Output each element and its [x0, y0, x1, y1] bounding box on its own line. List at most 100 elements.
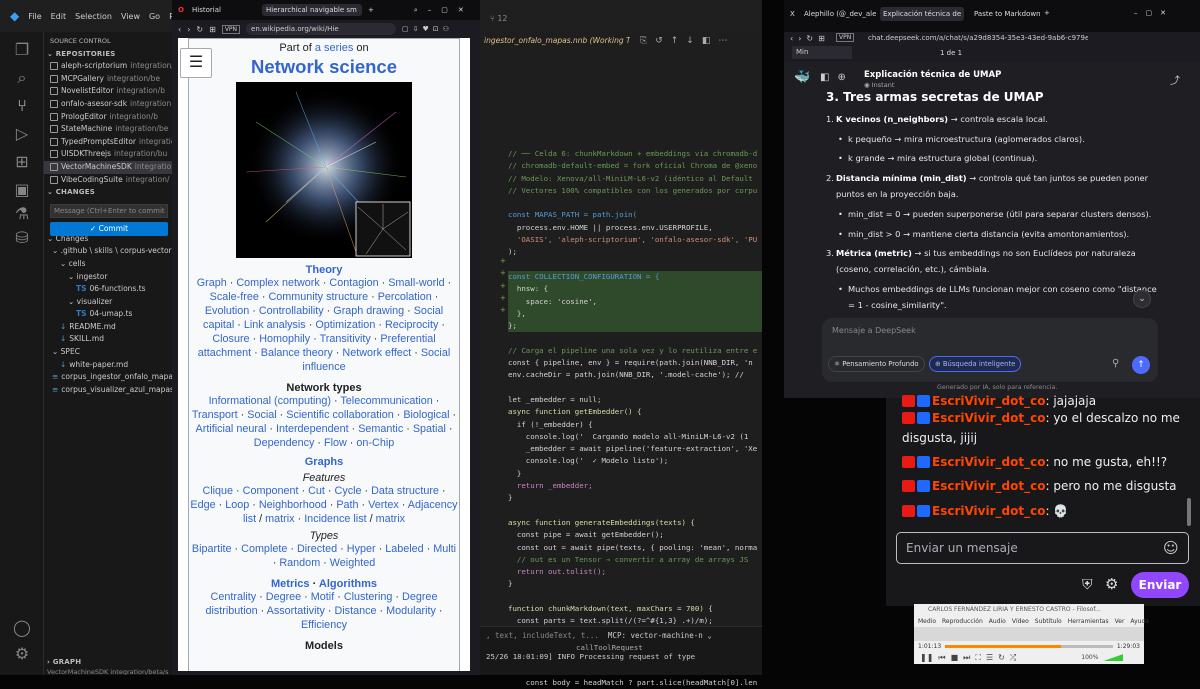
series-link[interactable]: a series: [315, 42, 354, 54]
repository-item[interactable]: TypedPromptsEditorintegration: [44, 136, 172, 149]
wiki-link[interactable]: Homophily: [259, 333, 310, 345]
wiki-link[interactable]: Multi: [433, 543, 456, 555]
repository-branch[interactable]: integration: [139, 137, 172, 146]
commit-message-input[interactable]: Message (Ctrl+Enter to commit on 'i: [50, 204, 168, 218]
wiki-link[interactable]: Clique: [202, 485, 233, 497]
wiki-link[interactable]: Assortativity: [267, 605, 325, 617]
repository-branch[interactable]: integration/: [126, 175, 170, 184]
fullscreen-icon[interactable]: ⛶: [975, 653, 981, 663]
chat-scrollbar[interactable]: [1187, 498, 1191, 526]
loop-icon[interactable]: ↻: [998, 653, 1005, 662]
wiki-link[interactable]: matrix: [376, 513, 405, 525]
wiki-link[interactable]: Informational (computing): [209, 395, 331, 407]
tab-alephillo[interactable]: Alephillo (@_dev_aleph_): [804, 10, 876, 18]
wiki-link[interactable]: matrix: [265, 513, 294, 525]
wiki-link[interactable]: Neighborhood: [259, 499, 327, 511]
stop-icon[interactable]: ■: [951, 653, 959, 662]
wiki-link[interactable]: Semantic: [358, 423, 403, 435]
repository-branch[interactable]: integration/b: [110, 112, 159, 121]
repository-branch[interactable]: integration: [130, 99, 171, 108]
wiki-link[interactable]: Small-world: [388, 277, 444, 289]
menu-view[interactable]: View: [121, 12, 140, 21]
wiki-link[interactable]: Clustering: [344, 591, 393, 603]
toolbar-icons[interactable]: ▢⇩♥⊡⚇: [402, 25, 453, 33]
url-bar[interactable]: chat.deepseek.com/a/chat/s/a29d8354-35e3…: [868, 34, 1088, 42]
change-tree-item[interactable]: ⌄ cells: [44, 258, 172, 271]
wiki-link[interactable]: Path: [336, 499, 358, 511]
change-tree-item[interactable]: ↓ SKILL.md: [44, 333, 172, 346]
wiki-link[interactable]: Reciprocity: [385, 319, 438, 331]
change-tree-item[interactable]: ↓ white-paper.md: [44, 359, 172, 372]
change-tree-item[interactable]: TS 04-umap.ts: [44, 308, 172, 321]
grid-icon[interactable]: ⊞: [209, 25, 216, 34]
change-tree-item[interactable]: ≡corpus_ingestor_onfalo_mapas.nnb: [44, 371, 172, 384]
wiki-link[interactable]: Incidence list: [304, 513, 366, 525]
menu-edit[interactable]: Edit: [51, 12, 67, 21]
chat-username[interactable]: EscriVivir_dot_co: [932, 455, 1045, 469]
repository-item[interactable]: NovelistEditor integration/b: [44, 85, 172, 98]
wiki-link[interactable]: Data structure: [371, 485, 439, 497]
tab-umap[interactable]: Explicación técnica de U: [880, 7, 964, 21]
wiki-link[interactable]: Transitivity: [320, 333, 371, 345]
section-theory[interactable]: Theory: [189, 264, 459, 276]
changes-header[interactable]: ⌄ CHANGES: [44, 186, 172, 199]
window-controls[interactable]: –▢✕: [1134, 9, 1174, 17]
vlc-menu-item[interactable]: Vídeo: [1012, 616, 1029, 627]
repositories-header[interactable]: ⌄ REPOSITORIES: [44, 48, 172, 61]
wiki-link[interactable]: Evolution: [205, 305, 249, 317]
wiki-link[interactable]: Cut: [308, 485, 325, 497]
deep-think-button[interactable]: ⚛ Pensamiento Profundo: [828, 356, 925, 372]
editor-tab[interactable]: ingestor_onfalo_mapas.nnb (Working Tree)…: [480, 30, 630, 52]
box-title[interactable]: Network science: [189, 56, 459, 78]
wiki-link[interactable]: Controllability: [259, 305, 324, 317]
wiki-link[interactable]: Link analysis: [244, 319, 306, 331]
repository-branch[interactable]: integration/f: [130, 61, 172, 70]
repository-item[interactable]: aleph-scriptorium integration/f: [44, 60, 172, 73]
wiki-link[interactable]: Community structure: [268, 291, 368, 303]
wiki-link[interactable]: Complex network: [236, 277, 319, 289]
wiki-link[interactable]: Social: [247, 409, 276, 421]
menu-file[interactable]: File: [28, 12, 41, 21]
wiki-link[interactable]: Weighted: [330, 557, 375, 569]
repository-item[interactable]: MCPGallery integration/be: [44, 73, 172, 86]
wiki-link[interactable]: Labeled: [385, 543, 423, 555]
next-icon[interactable]: ⏭: [963, 653, 970, 663]
shuffle-icon[interactable]: ⤮: [1010, 653, 1016, 663]
table-of-contents-button[interactable]: ☰: [180, 48, 212, 78]
change-tree-item[interactable]: ≡corpus_visualizer_azul_mapas.nnb: [44, 384, 172, 397]
chat-message-input[interactable]: Enviar un mensaje: [896, 532, 1189, 564]
reload-icon[interactable]: ↻: [196, 25, 203, 34]
vlc-menu-item[interactable]: Audio: [989, 616, 1006, 627]
wiki-link[interactable]: Vertex: [368, 499, 399, 511]
wiki-link[interactable]: Hyper: [347, 543, 376, 555]
explorer-icon[interactable]: ❐: [12, 40, 32, 60]
network-graph-image[interactable]: [236, 82, 412, 258]
wiki-link[interactable]: Telecommunication: [340, 395, 432, 407]
tab-history[interactable]: Historial: [192, 6, 262, 14]
wiki-link[interactable]: Network effect: [342, 347, 411, 359]
wiki-link[interactable]: Transport: [192, 409, 238, 421]
extensions-icon[interactable]: ⊞: [12, 152, 32, 172]
change-tree-item[interactable]: ⌄ SPEC: [44, 346, 172, 359]
chat-username[interactable]: EscriVivir_dot_co: [932, 479, 1045, 493]
chat-username[interactable]: EscriVivir_dot_co: [932, 411, 1045, 425]
vlc-menu-item[interactable]: Reproducción: [942, 616, 983, 627]
playlist-icon[interactable]: ☰: [986, 653, 993, 662]
vpn-badge[interactable]: VPN: [221, 24, 241, 34]
repository-item[interactable]: StateMachine integration/be: [44, 123, 172, 136]
change-tree-item[interactable]: TS 06-functions.ts: [44, 283, 172, 296]
wiki-link[interactable]: Artificial neural: [196, 423, 267, 435]
section-graphs[interactable]: Graphs: [189, 456, 459, 468]
change-tree-item[interactable]: ⌄ .github \ skills \ corpus-vectorial: [44, 245, 172, 258]
repository-branch[interactable]: integration/be: [115, 124, 168, 133]
repository-item[interactable]: VectorMachineSDK integratio: [44, 160, 172, 174]
tab-paste-markdown[interactable]: Paste to Markdown: [974, 10, 1044, 18]
wiki-link[interactable]: Biological: [403, 409, 449, 421]
smart-search-button[interactable]: ⊕ Búsqueda inteligente: [929, 356, 1022, 372]
repository-item[interactable]: PrologEditor integration/b: [44, 111, 172, 124]
repository-item[interactable]: VibeCodingSuite integration/: [44, 174, 172, 187]
nav-icons[interactable]: ‹›↻⊞: [790, 34, 830, 43]
wiki-link[interactable]: Balance theory: [261, 347, 333, 359]
wiki-link[interactable]: Graph: [197, 277, 227, 289]
wiki-link[interactable]: Distance: [334, 605, 376, 617]
